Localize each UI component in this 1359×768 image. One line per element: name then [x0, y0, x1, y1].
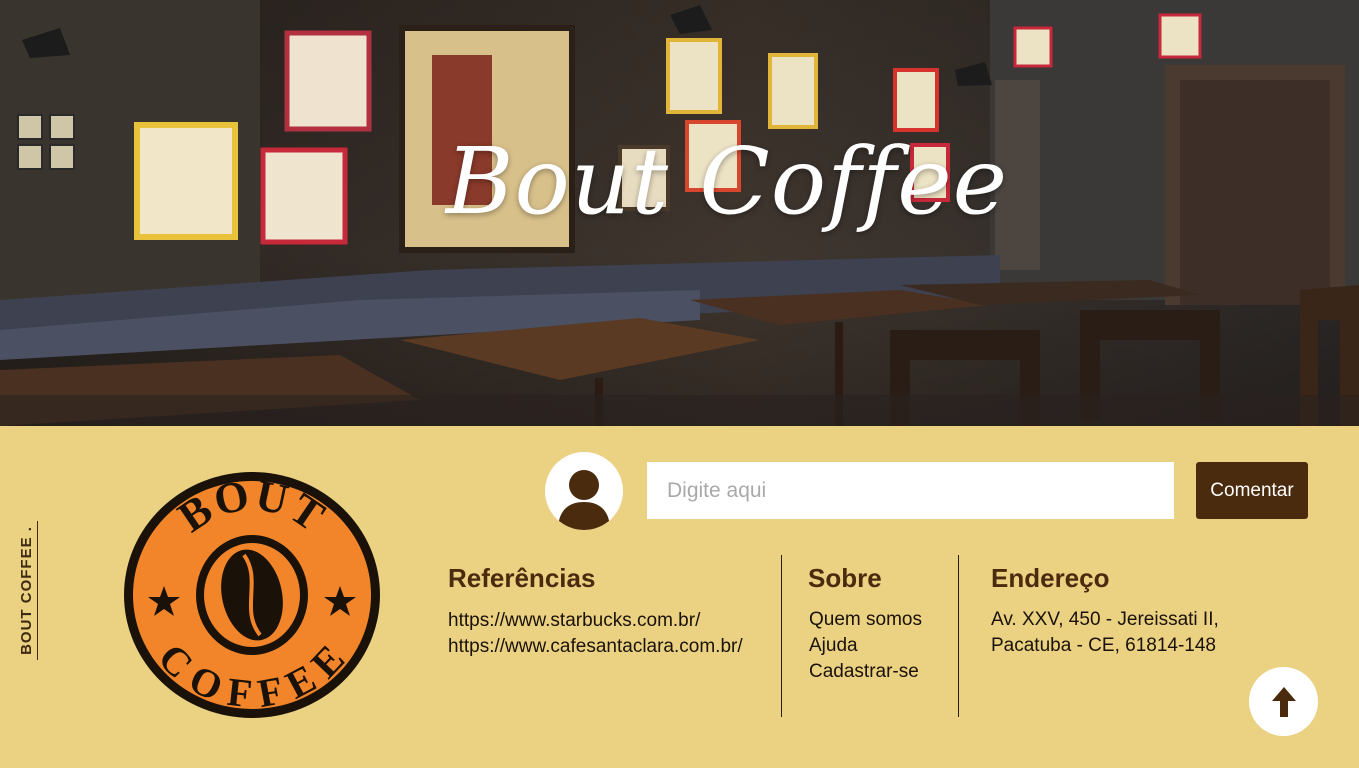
column-divider — [958, 555, 959, 717]
vertical-brand-text: BOUT COFFEE . — [17, 525, 35, 655]
reference-link-cafesantaclara[interactable]: https://www.cafesantaclara.com.br/ — [448, 634, 743, 660]
about-link-ajuda[interactable]: Ajuda — [809, 633, 922, 659]
reference-link-starbucks[interactable]: https://www.starbucks.com.br/ — [448, 608, 743, 634]
vertical-divider — [37, 521, 38, 660]
about-link-cadastrar[interactable]: Cadastrar-se — [809, 659, 922, 685]
hero-title: Bout Coffee — [445, 128, 1009, 235]
about-list: Quem somos Ajuda Cadastrar-se — [809, 607, 922, 685]
references-title: Referências — [448, 563, 596, 593]
address-line: Pacatuba - CE, 61814-148 — [991, 635, 1216, 656]
bout-coffee-logo: BOUT COFFEE — [124, 470, 380, 718]
column-divider — [781, 555, 782, 717]
address-title: Endereço — [991, 563, 1110, 593]
back-to-top-button[interactable] — [1249, 667, 1318, 736]
comment-input[interactable] — [647, 462, 1174, 519]
address-line: Av. XXV, 450 - Jereissati II, — [991, 609, 1219, 630]
vertical-brand-label: BOUT COFFEE . — [16, 520, 36, 660]
comment-button[interactable]: Comentar — [1196, 462, 1308, 519]
arrow-up-icon — [1271, 686, 1296, 717]
address-text: Av. XXV, 450 - Jereissati II, Pacatuba -… — [991, 607, 1219, 659]
about-link-quem-somos[interactable]: Quem somos — [809, 607, 922, 633]
about-title: Sobre — [808, 563, 882, 593]
user-avatar-icon — [545, 452, 623, 530]
hero-banner: Bout Coffee — [0, 0, 1359, 426]
references-list: https://www.starbucks.com.br/ https://ww… — [448, 608, 743, 660]
